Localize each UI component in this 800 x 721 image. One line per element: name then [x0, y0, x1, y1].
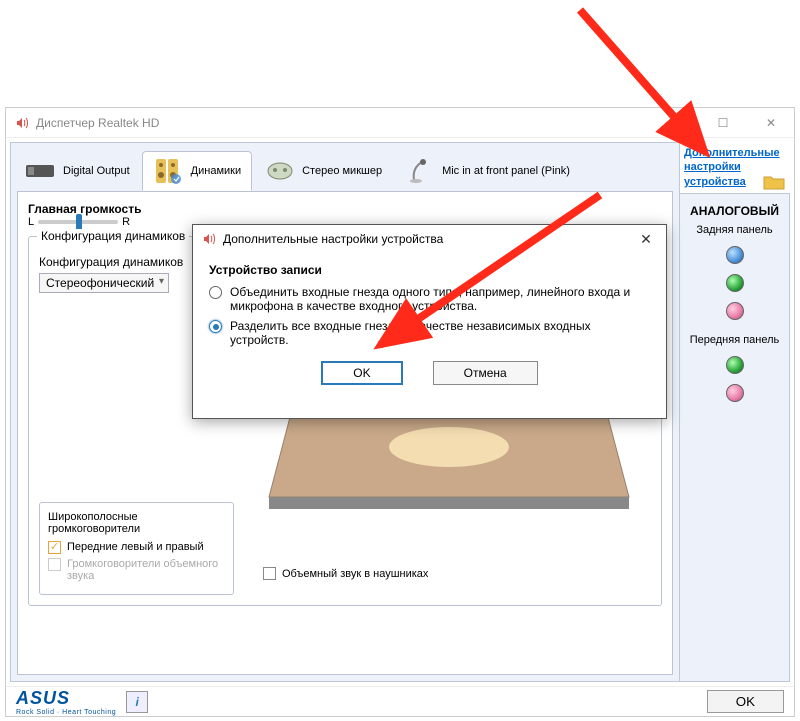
folder-icon[interactable]: [763, 174, 785, 193]
front-jack-pink[interactable]: [726, 384, 744, 402]
titlebar: Диспетчер Realtek HD ─ ☐ ✕: [6, 108, 794, 138]
rear-jack-pink[interactable]: [726, 302, 744, 320]
front-jack-green[interactable]: [726, 356, 744, 374]
balance-left: L: [28, 216, 34, 228]
speaker-icon: [201, 231, 217, 247]
rear-panel-label: Задняя панель: [684, 224, 785, 236]
info-button[interactable]: i: [126, 691, 148, 713]
merge-inputs-radio[interactable]: [209, 286, 222, 299]
dropdown-value: Стереофонический: [46, 276, 154, 290]
dialog-title: Дополнительные настройки устройства: [223, 232, 443, 246]
window-controls: ─ ☐ ✕: [660, 116, 786, 130]
tabs: Digital Output Динамики Стерео микшер: [11, 143, 679, 191]
front-lr-checkbox[interactable]: [48, 541, 61, 554]
tab-speakers[interactable]: Динамики: [142, 151, 252, 191]
info-icon: i: [135, 695, 138, 709]
ok-label: OK: [736, 694, 755, 709]
tab-label: Динамики: [191, 165, 241, 177]
speakers-icon: [153, 157, 185, 185]
rear-jack-green[interactable]: [726, 274, 744, 292]
surround-headphones-checkbox[interactable]: [263, 567, 276, 580]
dialog-ok-button[interactable]: OK: [321, 361, 402, 385]
surround-speakers-label: Громкоговорители объемного звука: [67, 558, 225, 582]
front-panel-label: Передняя панель: [684, 334, 785, 346]
front-lr-label: Передние левый и правый: [67, 541, 204, 553]
window-title: Диспетчер Realtek HD: [36, 116, 159, 130]
tab-label: Mic in at front panel (Pink): [442, 165, 570, 177]
balance-track[interactable]: [38, 220, 118, 224]
dialog-body: Устройство записи Объединить входные гне…: [193, 253, 666, 391]
balance-slider[interactable]: L R: [28, 216, 141, 228]
tab-stereo-mixer[interactable]: Стерео микшер: [254, 151, 392, 191]
wideband-legend: Широкополосные громкоговорители: [48, 511, 225, 535]
tab-digital-output[interactable]: Digital Output: [15, 151, 140, 191]
asus-logo: ASUS: [16, 688, 116, 709]
volume-label: Главная громкость: [28, 202, 141, 216]
cancel-label: Отмена: [464, 366, 507, 380]
minimize-button[interactable]: ─: [660, 116, 690, 130]
balance-right: R: [122, 216, 130, 228]
fieldset-legend: Конфигурация динамиков: [37, 229, 189, 243]
recording-device-heading: Устройство записи: [209, 263, 650, 277]
advanced-settings-dialog: Дополнительные настройки устройства ✕ Ус…: [192, 224, 667, 419]
analog-heading: АНАЛОГОВЫЙ: [684, 204, 785, 218]
dialog-cancel-button[interactable]: Отмена: [433, 361, 538, 385]
dialog-close-button[interactable]: ✕: [634, 231, 658, 248]
mixer-icon: [264, 157, 296, 185]
asus-tagline: Rock Solid · Heart Touching: [16, 709, 116, 716]
speaker-icon: [14, 115, 30, 131]
tab-mic-front[interactable]: Mic in at front panel (Pink): [394, 151, 580, 191]
split-inputs-label: Разделить все входные гнезда в качестве …: [230, 319, 650, 347]
mic-icon: [404, 157, 436, 185]
maximize-button[interactable]: ☐: [708, 116, 738, 130]
main-ok-button[interactable]: OK: [707, 690, 784, 713]
rear-jack-blue[interactable]: [726, 246, 744, 264]
analog-jacks-box: АНАЛОГОВЫЙ Задняя панель Передняя панель: [680, 193, 790, 682]
digital-output-icon: [25, 157, 57, 185]
bottom-bar: ASUS Rock Solid · Heart Touching i OK: [6, 686, 794, 716]
surround-headphones-label: Объемный звук в наушниках: [282, 568, 428, 580]
tab-label: Стерео микшер: [302, 165, 382, 177]
speaker-config-dropdown[interactable]: Стереофонический: [39, 273, 169, 293]
ok-label: OK: [353, 366, 370, 380]
wideband-box: Широкополосные громкоговорители Передние…: [39, 502, 234, 595]
dialog-titlebar: Дополнительные настройки устройства ✕: [193, 225, 666, 253]
tab-label: Digital Output: [63, 165, 130, 177]
merge-inputs-label: Объединить входные гнезда одного типа, н…: [230, 285, 650, 313]
side-panel: Дополнительные настройки устройства АНАЛ…: [680, 142, 790, 682]
split-inputs-radio[interactable]: [209, 320, 222, 333]
surround-speakers-checkbox: [48, 558, 61, 571]
close-button[interactable]: ✕: [756, 116, 786, 130]
